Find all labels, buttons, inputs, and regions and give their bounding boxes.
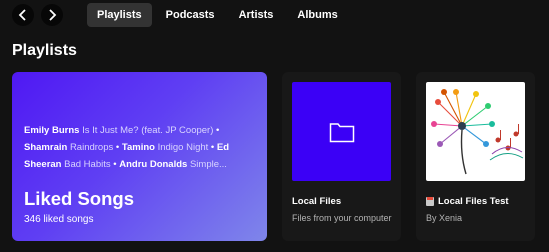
liked-songs-count: 346 liked songs xyxy=(24,214,94,225)
chevron-right-icon xyxy=(49,9,57,21)
preview-song: Simple... xyxy=(189,159,227,170)
card-subtitle: Files from your computer xyxy=(292,213,392,223)
tab-playlists[interactable]: Playlists xyxy=(87,3,152,27)
folder-icon xyxy=(329,122,354,142)
liked-songs-preview: Emily Burns Is It Just Me? (feat. JP Coo… xyxy=(24,122,249,173)
preview-song: Is It Just Me? (feat. JP Cooper) xyxy=(82,125,214,136)
library-tabs: Playlists Podcasts Artists Albums xyxy=(87,3,352,27)
card-title-text: Local Files xyxy=(292,196,342,207)
card-title: Local Files xyxy=(292,196,341,207)
preview-artist: Emily Burns xyxy=(24,125,80,136)
tab-albums[interactable]: Albums xyxy=(287,3,347,27)
section-title: Playlists xyxy=(12,42,77,59)
dandelion-music-art-image xyxy=(431,89,524,175)
back-button[interactable] xyxy=(12,4,34,26)
tab-podcasts[interactable]: Podcasts xyxy=(156,3,225,27)
preview-song: Indigo Night xyxy=(157,142,209,153)
preview-artist: Andru Donalds xyxy=(119,159,188,170)
tab-artists[interactable]: Artists xyxy=(229,3,284,27)
preview-song: Raindrops xyxy=(69,142,114,153)
separator-dot: • xyxy=(113,159,117,170)
card-title-text: Local Files Test xyxy=(438,196,509,207)
chevron-left-icon xyxy=(18,9,26,21)
playlist-card-local-files-test[interactable]: Local Files Test By Xenia xyxy=(416,72,535,241)
local-files-cover xyxy=(292,82,391,181)
separator-dot: • xyxy=(115,142,120,153)
dandelion-music-art xyxy=(426,82,525,181)
liked-songs-title: Liked Songs xyxy=(24,188,134,209)
preview-song: Bad Habits xyxy=(64,159,111,170)
separator-dot: • xyxy=(210,142,215,153)
card-title: Local Files Test xyxy=(426,196,509,207)
local-file-icon xyxy=(426,197,434,206)
separator-dot: • xyxy=(216,125,220,136)
liked-songs-card[interactable]: Emily Burns Is It Just Me? (feat. JP Coo… xyxy=(12,72,267,241)
preview-artist: Tamino xyxy=(121,142,155,153)
playlist-card-local-files[interactable]: Local Files Files from your computer xyxy=(282,72,401,241)
preview-artist: Shamrain xyxy=(24,142,68,153)
card-subtitle: By Xenia xyxy=(426,213,463,223)
forward-button[interactable] xyxy=(41,4,63,26)
